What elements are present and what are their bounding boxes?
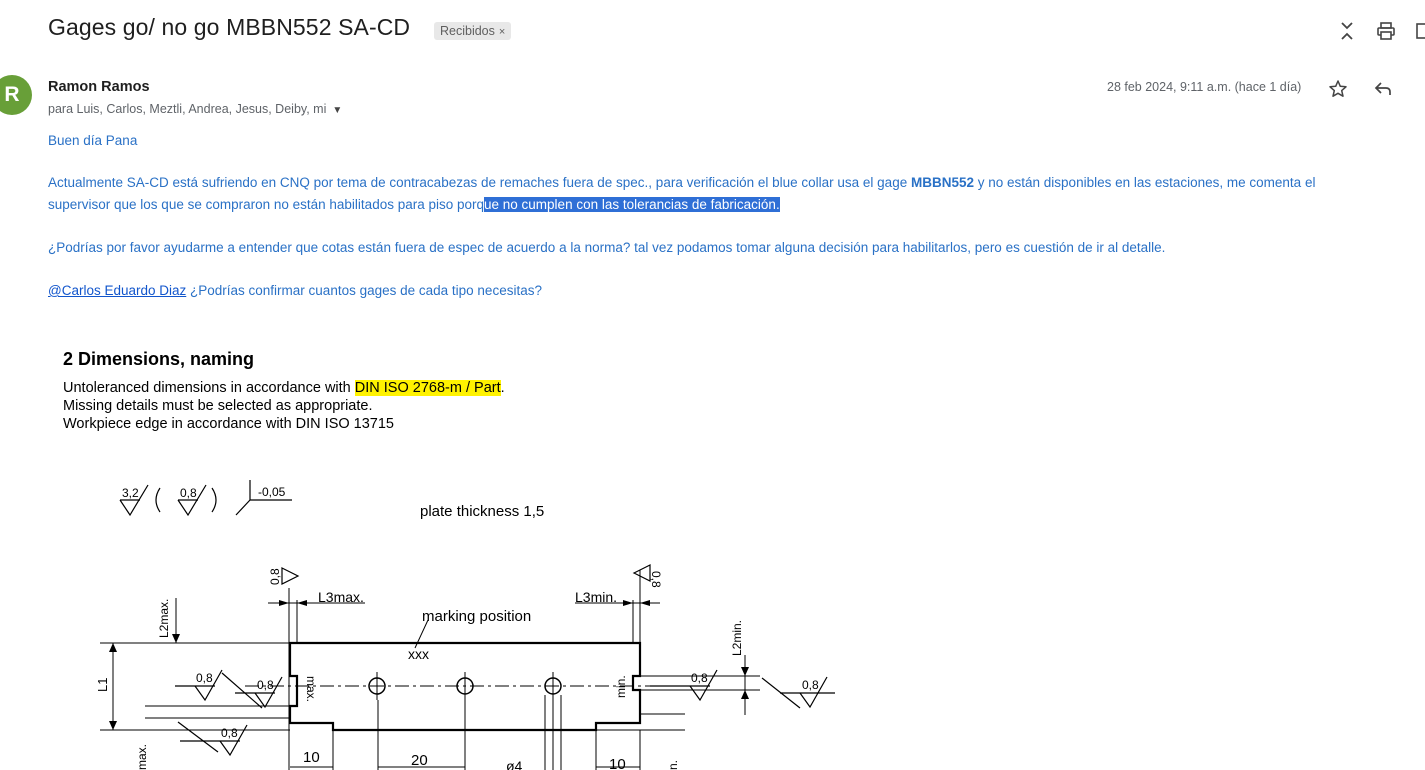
p1-text-b: y no están disponibles en las estaciones… xyxy=(974,175,1316,190)
l2max-label: L2max. xyxy=(157,599,171,638)
open-new-window-icon[interactable] xyxy=(1415,21,1425,41)
dim-20: 20 xyxy=(411,752,428,769)
recipients-line[interactable]: para Luis, Carlos, Meztli, Andrea, Jesus… xyxy=(48,102,342,116)
roughness-right-top: 0,8 xyxy=(649,571,663,588)
dim-10-left: 10 xyxy=(303,749,320,766)
doc-line-3: Workpiece edge in accordance with DIN IS… xyxy=(63,416,394,432)
greeting: Buen día Pana xyxy=(48,133,138,148)
remove-label-icon[interactable]: × xyxy=(499,26,505,38)
sender-name[interactable]: Ramon Ramos xyxy=(48,79,150,95)
more-icon[interactable]: ⋮ xyxy=(1420,78,1425,98)
roughness-5: 0,8 xyxy=(221,726,238,740)
l3min-label: L3min. xyxy=(575,589,617,605)
roughness-4: 0,8 xyxy=(802,678,819,692)
doc-line-1-text: Untoleranced dimensions in accordance wi… xyxy=(63,380,355,396)
recipients-text: para Luis, Carlos, Meztli, Andrea, Jesus… xyxy=(48,102,327,116)
p1-gage-code: MBBN552 xyxy=(910,175,974,190)
paragraph-3: @Carlos Eduardo Diaz ¿Podrías confirmar … xyxy=(48,280,542,302)
marking-xxx: xxx xyxy=(408,646,429,662)
label-chip-text: Recibidos xyxy=(440,24,495,38)
email-date: 28 feb 2024, 9:11 a.m. (hace 1 día) xyxy=(1107,80,1302,94)
doc-line-2: Missing details must be selected as appr… xyxy=(63,398,373,414)
min-bottom-label: n. xyxy=(666,760,680,770)
min-label: min. xyxy=(614,675,628,698)
doc-heading: 2 Dimensions, naming xyxy=(63,349,255,369)
paragraph-2: ¿Podrías por favor ayudarme a entender q… xyxy=(48,240,1166,255)
mention-link[interactable]: @Carlos Eduardo Diaz xyxy=(48,283,186,298)
doc-line-1-end: . xyxy=(500,380,505,396)
label-chip-inbox[interactable]: Recibidos × xyxy=(434,22,512,40)
dim-diameter: ø4 xyxy=(506,758,523,770)
max-label: max. xyxy=(304,676,318,702)
roughness-3: 0,8 xyxy=(691,671,708,685)
p1-text-a: Actualmente SA-CD está sufriendo en CNQ … xyxy=(48,175,911,190)
surface-value-1: 3,2 xyxy=(122,486,139,500)
technical-drawing: 3,2 0,8 -0,05 plate thickness 1,5 0,8 0,… xyxy=(95,480,835,770)
p1-text-c: supervisor que los que se compraron no e… xyxy=(48,196,485,212)
edge-tolerance: -0,05 xyxy=(258,485,286,499)
p1-selected-text: ue no cumplen con las tolerancias de fab… xyxy=(484,196,780,212)
surface-value-2: 0,8 xyxy=(180,486,197,500)
collapse-icon[interactable] xyxy=(1338,20,1356,42)
l2min-label: L2min. xyxy=(730,620,744,656)
plate-thickness: plate thickness 1,5 xyxy=(420,503,544,520)
dropdown-caret-icon[interactable]: ▼ xyxy=(332,105,342,116)
doc-line-1: Untoleranced dimensions in accordance wi… xyxy=(63,380,505,396)
roughness-1: 0,8 xyxy=(196,671,213,685)
star-icon[interactable] xyxy=(1328,79,1348,99)
print-icon[interactable] xyxy=(1376,21,1396,41)
roughness-left-top: 0,8 xyxy=(268,568,282,585)
avatar: R xyxy=(0,75,32,115)
doc-highlight: DIN ISO 2768-m / Part xyxy=(354,380,501,396)
l3max-label: L3max. xyxy=(318,589,364,605)
l1-label: L1 xyxy=(95,678,110,692)
reply-icon[interactable] xyxy=(1373,80,1393,98)
paragraph-1: Actualmente SA-CD está sufriendo en CNQ … xyxy=(48,172,1408,215)
max-bottom-label: max. xyxy=(135,744,149,770)
email-subject: Gages go/ no go MBBN552 SA-CD xyxy=(48,14,411,40)
dim-10-right: 10 xyxy=(609,756,626,770)
roughness-2: 0,8 xyxy=(257,678,274,692)
marking-position-label: marking position xyxy=(422,608,531,625)
p3-text: ¿Podrías confirmar cuantos gages de cada… xyxy=(186,283,542,298)
